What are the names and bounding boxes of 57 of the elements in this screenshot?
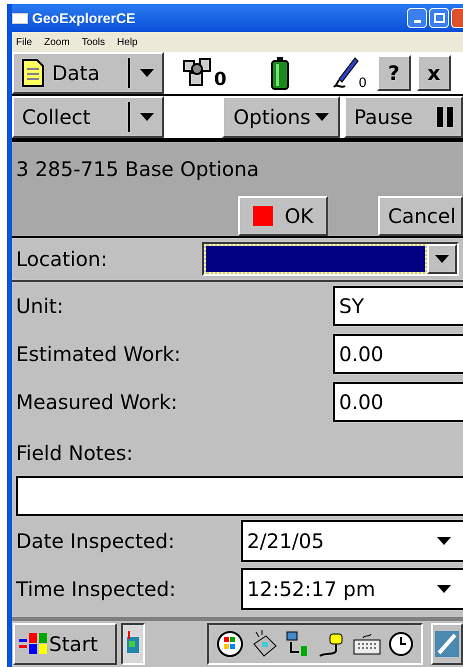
clock-icon bbox=[388, 631, 414, 657]
start-button[interactable]: Start bbox=[13, 623, 117, 665]
caret-icon bbox=[140, 113, 154, 121]
notes-field[interactable] bbox=[16, 476, 463, 516]
collect-menu-button[interactable]: Collect bbox=[12, 96, 164, 138]
pencil-icon bbox=[435, 631, 459, 657]
field-label: Location: bbox=[16, 247, 108, 271]
windows-logo-icon bbox=[19, 631, 49, 657]
satellite-icon bbox=[182, 57, 214, 89]
help-button[interactable]: ? bbox=[376, 55, 411, 91]
dropdown-button[interactable] bbox=[427, 244, 457, 274]
caret-icon bbox=[437, 585, 451, 593]
field-label: Field Notes: bbox=[16, 440, 134, 467]
window-title: GeoExplorerCE bbox=[32, 8, 136, 28]
text-field[interactable]: SY bbox=[333, 286, 463, 326]
pause-icon bbox=[437, 107, 453, 127]
menu-item[interactable]: Zoom bbox=[44, 34, 70, 50]
close-button[interactable] bbox=[451, 8, 463, 28]
field-label: Estimated Work: bbox=[16, 342, 181, 366]
maximize-button[interactable] bbox=[429, 8, 449, 28]
picker-field[interactable]: 12:52:17 pm bbox=[241, 568, 463, 610]
field-label: Unit: bbox=[16, 294, 64, 318]
pause-button[interactable]: Pause bbox=[344, 96, 463, 138]
maximize-icon bbox=[434, 13, 444, 23]
feature-title: 3 285-715 Base Optiona bbox=[16, 156, 260, 183]
caret-icon bbox=[314, 113, 329, 121]
minimize-icon bbox=[414, 20, 420, 23]
field-label: Date Inspected: bbox=[16, 529, 175, 553]
keyboard-icon bbox=[352, 632, 380, 656]
satellite-count: 0 bbox=[214, 71, 227, 89]
text-field[interactable]: 0.00 bbox=[333, 382, 463, 422]
caret-icon bbox=[437, 537, 451, 545]
field-label: Time Inspected: bbox=[16, 577, 176, 601]
caret-icon bbox=[140, 69, 154, 77]
input-panel-button[interactable] bbox=[431, 623, 463, 665]
field-label: Measured Work: bbox=[16, 390, 178, 414]
cancel-button[interactable]: Cancel bbox=[378, 196, 463, 236]
document-icon bbox=[22, 59, 44, 87]
minimize-button[interactable] bbox=[407, 8, 427, 28]
menu-item[interactable]: Help bbox=[117, 34, 138, 50]
ok-button[interactable]: OK bbox=[238, 196, 328, 236]
stop-icon bbox=[252, 206, 273, 226]
battery-icon bbox=[270, 56, 289, 90]
pen-count: 0 bbox=[358, 77, 367, 90]
text-field[interactable]: 0.00 bbox=[333, 334, 463, 374]
menu-item[interactable]: Tools bbox=[82, 34, 106, 50]
pen-icon bbox=[330, 56, 359, 90]
app-task-button[interactable] bbox=[121, 623, 145, 665]
window-icon bbox=[12, 12, 28, 24]
colorful-circle-icon bbox=[216, 631, 242, 657]
options-button[interactable]: Options bbox=[222, 96, 340, 138]
location-dropdown[interactable] bbox=[202, 242, 459, 276]
picker-field[interactable]: 2/21/05 bbox=[241, 520, 463, 562]
data-menu-button[interactable]: Data bbox=[12, 52, 164, 94]
menu-item[interactable]: File bbox=[16, 34, 32, 50]
close-button[interactable]: x bbox=[416, 55, 451, 91]
caret-icon bbox=[435, 255, 449, 263]
